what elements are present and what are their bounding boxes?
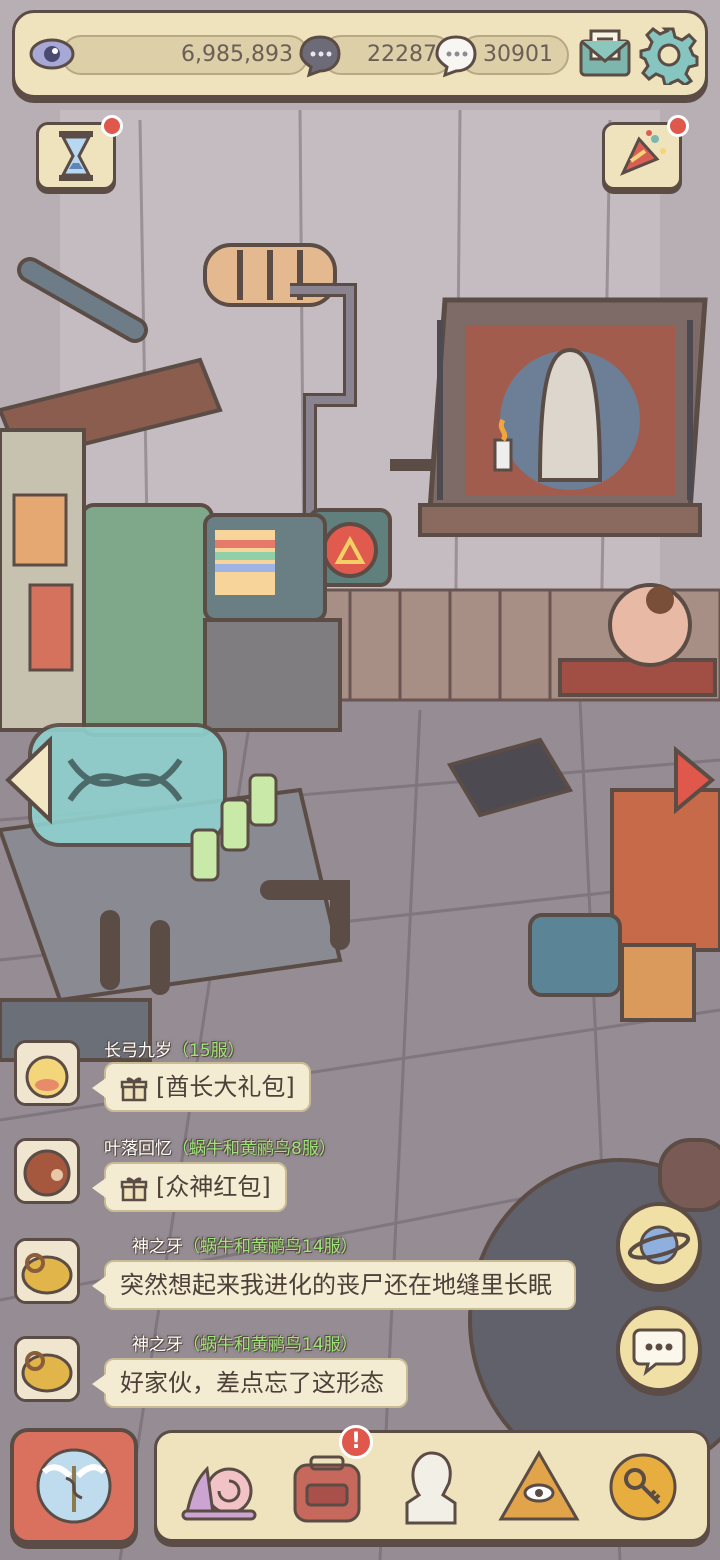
chat-icon — [632, 1328, 686, 1376]
statue-bust-icon — [405, 1451, 457, 1525]
key-coin-icon — [609, 1453, 677, 1521]
eye-count: 6,985,893 — [181, 42, 293, 67]
chat-sender-3: 神之牙（蜗牛和黄鹂鸟14服） — [132, 1232, 358, 1257]
resource-bar: 6,985,893 22287 30901 — [12, 10, 708, 98]
chat-sender-server-2: （蜗牛和黄鹂鸟8服） — [172, 1139, 336, 1159]
snail-icon — [181, 1465, 257, 1521]
gray-bubble-count: 22287 — [367, 42, 437, 67]
nav-snail[interactable] — [173, 1443, 265, 1529]
chat-bubble-1[interactable]: [酋长大礼包] — [92, 1062, 311, 1112]
nav-backpack[interactable]: ! — [281, 1425, 373, 1529]
chat-bubble-3[interactable]: 突然想起来我进化的丧尸还在地缝里长眠 — [92, 1260, 576, 1310]
nav-statue[interactable] — [385, 1443, 477, 1529]
nav-key-coin[interactable] — [597, 1443, 689, 1529]
planet-button[interactable] — [616, 1202, 702, 1288]
chat-sender-server-3: （蜗牛和黄鹂鸟14服） — [183, 1237, 358, 1257]
chat-bubble-4[interactable]: 好家伙，差点忘了这形态 — [92, 1358, 408, 1408]
party-popper-button[interactable] — [602, 115, 689, 190]
chat-sender-name-3: 神之牙 — [132, 1237, 183, 1257]
chat-button[interactable] — [616, 1306, 702, 1392]
chat-text-1: [酋长大礼包] — [156, 1073, 295, 1101]
chat-text-2: [众神红包] — [156, 1173, 271, 1201]
evolution-main-button[interactable] — [10, 1428, 138, 1544]
chat-avatar-4[interactable] — [14, 1336, 80, 1402]
nav-pyramid[interactable] — [493, 1443, 585, 1529]
party-popper-icon — [619, 130, 666, 176]
chat-text-4: 好家伙，差点忘了这形态 — [120, 1369, 384, 1397]
party-notification-dot — [667, 115, 689, 137]
pyramid-eye-icon — [498, 1449, 580, 1521]
eye-icon — [29, 38, 75, 70]
gift-icon — [120, 1077, 148, 1102]
scene-right-arrow[interactable] — [670, 744, 718, 818]
bottom-nav-bar: ! — [154, 1425, 710, 1542]
chat-sender-2: 叶落回忆（蜗牛和黄鹂鸟8服） — [104, 1134, 336, 1159]
chat-avatar-3[interactable] — [14, 1238, 80, 1304]
chat-avatar-2[interactable] — [14, 1138, 80, 1204]
eye-resource: 6,985,893 — [61, 35, 309, 75]
caduceus-wings-icon — [36, 1448, 112, 1524]
ram-avatar-icon — [17, 1339, 77, 1399]
chat-sender-name-4: 神之牙 — [132, 1335, 183, 1355]
gray-bubble-icon — [299, 35, 341, 78]
chat-avatar-1[interactable] — [14, 1040, 80, 1106]
laboratory-scene — [0, 0, 720, 1560]
mail-icon[interactable] — [575, 25, 635, 85]
planet-icon — [627, 1225, 691, 1265]
hourglass-icon — [59, 131, 93, 181]
chat-sender-name-2: 叶落回忆 — [104, 1139, 172, 1159]
white-bubble-count: 30901 — [483, 42, 553, 67]
duck-avatar-icon — [17, 1043, 77, 1103]
white-bubble-icon — [435, 35, 477, 78]
hourglass-notification-dot — [101, 115, 123, 137]
chat-bubble-2[interactable]: [众神红包] — [92, 1162, 287, 1212]
settings-gear-icon[interactable] — [639, 25, 699, 85]
hourglass-button[interactable] — [36, 115, 123, 190]
chat-sender-name-1: 长弓九岁 — [104, 1041, 172, 1061]
backpack-alert-badge: ! — [339, 1425, 373, 1459]
chat-sender-server-1: （15服） — [172, 1041, 245, 1061]
chat-sender-server-4: （蜗牛和黄鹂鸟14服） — [183, 1335, 358, 1355]
chat-sender-4: 神之牙（蜗牛和黄鹂鸟14服） — [132, 1330, 358, 1355]
ram-avatar-icon — [17, 1241, 77, 1301]
bear-avatar-icon — [17, 1141, 77, 1201]
chat-sender-1: 长弓九岁（15服） — [104, 1036, 245, 1061]
scene-left-arrow[interactable] — [4, 736, 58, 828]
chat-text-3: 突然想起来我进化的丧尸还在地缝里长眠 — [120, 1271, 552, 1299]
gift-icon — [120, 1177, 148, 1202]
